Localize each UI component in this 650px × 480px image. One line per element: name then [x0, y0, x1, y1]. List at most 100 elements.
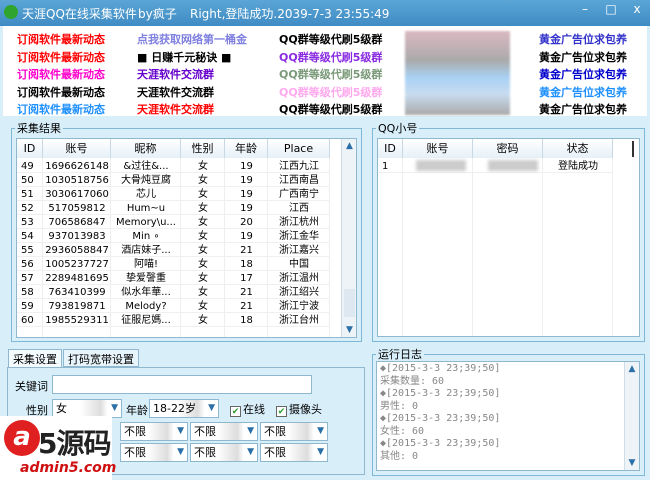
log-textbox[interactable]: ◆[2015-3-3 23;39;50] 采集数量: 60 ◆[2015-3-3 2…	[376, 361, 640, 471]
watermark-logo: a 5源码 admin5.com	[0, 416, 116, 480]
ad-link[interactable]: 天涯软件交流群	[137, 101, 214, 117]
ad-link[interactable]: 订阅软件最新动态	[17, 49, 105, 65]
table-cell: 1696626148	[45, 161, 109, 172]
log-line: ◆[2015-3-3 23;39;50]	[380, 388, 501, 399]
table-row[interactable]: 52 517059812 Hum~u 女 19 江西	[17, 201, 330, 215]
ad-link[interactable]: 订阅软件最新动态	[17, 66, 105, 82]
ad-link[interactable]: 黄金广告位求包养	[539, 101, 627, 117]
table-cell: 50	[21, 175, 34, 186]
chevron-down-icon: ▼	[317, 426, 324, 436]
ad-link[interactable]: 订阅软件最新动态	[17, 101, 105, 117]
ad-link[interactable]: 订阅软件最新动态	[17, 84, 105, 100]
ad-link[interactable]: QQ群等级代刷5级群	[279, 84, 382, 100]
ad-link[interactable]: 订阅软件最新动态	[17, 31, 105, 47]
column-header[interactable]: 账号	[43, 139, 111, 158]
table-cell: 55	[21, 245, 34, 256]
camera-checkbox[interactable]: ✔ 摄像头	[276, 401, 322, 417]
table-row[interactable]: 60 1985529311 征服尼媽... 女 18 浙江台州	[17, 313, 330, 327]
table-row[interactable]: 53 706586847 Memory\u... 女 20 浙江杭州	[17, 215, 330, 229]
tab-captcha-settings[interactable]: 打码宽带设置	[63, 349, 139, 367]
filter-select[interactable]: 不限 ▼	[260, 443, 328, 462]
column-header[interactable]: 性别	[181, 139, 225, 158]
table-cell: 54	[21, 231, 34, 242]
scroll-down-icon[interactable]: ▼	[625, 458, 639, 468]
table-cell: &过往&...	[123, 161, 169, 172]
ad-link[interactable]: QQ群等级代刷5级群	[279, 49, 382, 65]
table-cell: 浙江金华	[279, 231, 319, 242]
table-row[interactable]: 51 3030617060 芯儿 女 19 广西南宁	[17, 187, 330, 201]
table-cell: 浙江台州	[279, 315, 319, 326]
table-cell: 登陆成功	[558, 161, 598, 172]
column-header[interactable]: 状态	[543, 139, 613, 158]
table-row[interactable]: 56 1005237727 阿喵! 女 18 中国	[17, 257, 330, 271]
table-cell: Min ∘	[132, 231, 160, 242]
log-scrollbar[interactable]: ▲ ▼	[624, 362, 639, 470]
log-line: ◆[2015-3-3 23;39;50]	[380, 413, 501, 424]
table-row[interactable]: 54 937013983 Min ∘ 女 19 浙江金华	[17, 229, 330, 243]
column-header[interactable]: 密码	[473, 139, 543, 158]
ad-link[interactable]: 点我获取网络第一桶金	[137, 31, 247, 47]
ad-link[interactable]: QQ群等级代刷5级群	[279, 101, 382, 117]
keyword-input[interactable]	[52, 375, 312, 394]
filter-select[interactable]: 不限 ▼	[120, 443, 188, 462]
table-cell: 20	[240, 217, 253, 228]
table-cell: 2289481695	[45, 273, 109, 284]
results-scrollbar[interactable]: ▲ ▼	[341, 139, 356, 337]
scroll-down-icon[interactable]: ▼	[342, 325, 356, 335]
age-select[interactable]: 18-22岁 ▼	[149, 399, 219, 418]
ad-link[interactable]: QQ群等级代刷5级群	[279, 66, 382, 82]
ad-link[interactable]: QQ群等级代刷5级群	[279, 31, 382, 47]
table-cell: 2936058847	[45, 245, 109, 256]
column-header[interactable]: 昵称	[111, 139, 181, 158]
filter-select[interactable]: 不限 ▼	[260, 422, 328, 441]
maximize-button[interactable]: □	[598, 2, 624, 20]
table-cell: 17	[240, 273, 253, 284]
table-cell: 女	[198, 287, 208, 298]
ad-link[interactable]: 黄金广告位求包养	[539, 84, 627, 100]
ad-link[interactable]: 黄金广告位求包养	[539, 66, 627, 82]
scroll-up-icon[interactable]: ▲	[342, 141, 356, 151]
table-row[interactable]: 59 793819871 Melody? 女 21 浙江宁波	[17, 299, 330, 313]
ad-link[interactable]: 黄金广告位求包养	[539, 49, 627, 65]
table-cell: 937013983	[48, 231, 106, 242]
table-row[interactable]: 49 1696626148 &过往&... 女 19 江西九江	[17, 159, 330, 173]
table-cell: 21	[240, 245, 253, 256]
column-header[interactable]: ID	[378, 139, 403, 158]
table-cell: 21	[240, 287, 253, 298]
tab-collect-settings[interactable]: 采集设置	[8, 349, 62, 368]
table-cell: 女	[198, 301, 208, 312]
table-row[interactable]: 58 763410399 似水年華... 女 21 浙江绍兴	[17, 285, 330, 299]
title-bar: 天涯QQ在线采集软件 by疯子 Right,登陆成功.2039-7-3 23:5…	[0, 0, 650, 26]
ad-link[interactable]: ■ 日赚千元秘诀 ■	[137, 49, 231, 65]
results-table[interactable]: ▲ ▼ ID 账号 昵称 性别 年龄 Place 49 1696626148 &过往&... 女 1…	[16, 138, 357, 338]
table-cell: 3030617060	[45, 189, 109, 200]
scroll-thumb[interactable]	[344, 289, 355, 317]
column-header[interactable]: Place	[268, 139, 330, 158]
filter-select[interactable]: 不限 ▼	[190, 422, 258, 441]
table-cell: 19	[240, 203, 253, 214]
column-resize-handle[interactable]	[632, 141, 634, 157]
table-row[interactable]: 55 2936058847 酒店妹子... 女 21 浙江嘉兴	[17, 243, 330, 257]
table-cell: 19	[240, 161, 253, 172]
online-checkbox[interactable]: ✔ 在线	[230, 401, 265, 417]
scroll-up-icon[interactable]: ▲	[625, 364, 639, 374]
column-header[interactable]: 账号	[403, 139, 473, 158]
table-row[interactable]: 57 2289481695 挚爱謦重 女 17 浙江温州	[17, 271, 330, 285]
filter-select[interactable]: 不限 ▼	[120, 422, 188, 441]
table-cell: 793819871	[48, 301, 106, 312]
ad-link[interactable]: 黄金广告位求包养	[539, 31, 627, 47]
table-cell: 18	[240, 315, 253, 326]
table-cell: 706586847	[48, 217, 106, 228]
table-row[interactable]: 50 1030518756 大骨炖豆腐 女 19 江西南昌	[17, 173, 330, 187]
close-button[interactable]: x	[624, 2, 650, 20]
column-header[interactable]: ID	[17, 139, 43, 158]
ad-link[interactable]: 天涯软件交流群	[137, 66, 214, 82]
table-cell: 女	[198, 273, 208, 284]
column-header[interactable]: 年龄	[225, 139, 268, 158]
qq-accounts-table[interactable]: ID 账号 密码 状态 1 登陆成功	[377, 138, 640, 337]
ad-link[interactable]: 天涯软件交流群	[137, 84, 214, 100]
table-cell: Hum~u	[126, 203, 166, 214]
filter-select[interactable]: 不限 ▼	[190, 443, 258, 462]
minimize-button[interactable]: –	[572, 2, 598, 20]
column-divider	[472, 158, 473, 336]
